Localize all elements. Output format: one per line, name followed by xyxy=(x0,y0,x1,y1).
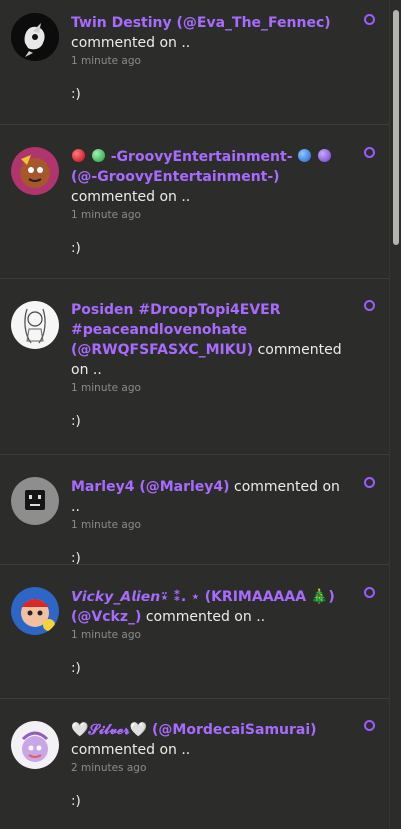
purple-orb-icon xyxy=(318,149,332,162)
username-link[interactable]: Posiden #DroopTopi4EVER #peaceandlovenoh… xyxy=(71,302,281,358)
username-link[interactable]: 🤍𝓢𝓲𝓵𝓿𝓮𝓻🤍 (@MordecaiSamurai) xyxy=(71,722,317,738)
action-text: commented on .. xyxy=(145,609,266,625)
notification-item[interactable]: Posiden #DroopTopi4EVER #peaceandlovenoh… xyxy=(0,279,389,455)
timestamp: 2 minutes ago xyxy=(71,762,147,774)
action-text: commented on .. xyxy=(71,742,191,758)
green-orb-icon xyxy=(91,149,105,162)
scrollbar-thumb[interactable] xyxy=(393,10,399,245)
timestamp: 1 minute ago xyxy=(71,209,141,221)
avatar[interactable] xyxy=(11,587,59,635)
avatar[interactable] xyxy=(11,147,59,195)
timestamp: 1 minute ago xyxy=(71,382,141,394)
notification-item[interactable]: Marley4 (@Marley4) commented on .. 1 min… xyxy=(0,455,389,566)
comment-text: :) xyxy=(71,86,81,102)
unread-circle-icon[interactable] xyxy=(364,14,375,25)
avatar[interactable] xyxy=(11,721,59,769)
avatar[interactable] xyxy=(11,13,59,61)
notification-headline: 𝙑𝙞𝙘𝙠𝙮_𝘼𝙡𝙞𝙚𝙣⍣ ⁑. ⋆ (KRIMAAAAA 🎄) (@Vckz_)… xyxy=(71,587,349,627)
timestamp: 1 minute ago xyxy=(71,519,141,531)
comment-text: :) xyxy=(71,660,81,676)
username-prefix: -GroovyEntertainment- xyxy=(110,149,293,165)
timestamp: 1 minute ago xyxy=(71,629,141,641)
notification-headline: -GroovyEntertainment- (@-GroovyEntertain… xyxy=(71,147,349,207)
unread-circle-icon[interactable] xyxy=(364,300,375,311)
comment-text: :) xyxy=(71,793,81,809)
unread-circle-icon[interactable] xyxy=(364,147,375,158)
username-link[interactable]: -GroovyEntertainment- (@-GroovyEntertain… xyxy=(71,149,332,185)
comment-text: :) xyxy=(71,240,81,256)
action-text: commented on .. xyxy=(71,189,191,205)
notification-headline: Posiden #DroopTopi4EVER #peaceandlovenoh… xyxy=(71,300,349,380)
timestamp: 1 minute ago xyxy=(71,55,141,67)
notification-item[interactable]: -GroovyEntertainment- (@-GroovyEntertain… xyxy=(0,125,389,279)
notification-headline: Twin Destiny (@Eva_The_Fennec) commented… xyxy=(71,13,349,53)
notification-item[interactable]: 🤍𝓢𝓲𝓵𝓿𝓮𝓻🤍 (@MordecaiSamurai) commented on… xyxy=(0,699,389,829)
username-link[interactable]: Twin Destiny (@Eva_The_Fennec) xyxy=(71,15,331,31)
avatar[interactable] xyxy=(11,477,59,525)
username-handle: (@-GroovyEntertainment-) xyxy=(71,169,280,185)
notification-item[interactable]: 𝙑𝙞𝙘𝙠𝙮_𝘼𝙡𝙞𝙚𝙣⍣ ⁑. ⋆ (KRIMAAAAA 🎄) (@Vckz_)… xyxy=(0,565,389,699)
unread-circle-icon[interactable] xyxy=(364,477,375,488)
unread-circle-icon[interactable] xyxy=(364,720,375,731)
notification-headline: Marley4 (@Marley4) commented on .. xyxy=(71,477,349,517)
avatar[interactable] xyxy=(11,301,59,349)
red-orb-icon xyxy=(72,149,85,162)
blue-orb-icon xyxy=(298,149,312,162)
action-text: commented on .. xyxy=(71,35,191,51)
unread-circle-icon[interactable] xyxy=(364,587,375,598)
username-link[interactable]: Marley4 (@Marley4) xyxy=(71,479,230,495)
notification-item[interactable]: Twin Destiny (@Eva_The_Fennec) commented… xyxy=(0,0,389,125)
notification-feed: Twin Destiny (@Eva_The_Fennec) commented… xyxy=(0,0,389,829)
scrollbar[interactable] xyxy=(389,0,401,829)
notification-headline: 🤍𝓢𝓲𝓵𝓿𝓮𝓻🤍 (@MordecaiSamurai) commented on… xyxy=(71,720,349,760)
comment-text: :) xyxy=(71,413,81,429)
